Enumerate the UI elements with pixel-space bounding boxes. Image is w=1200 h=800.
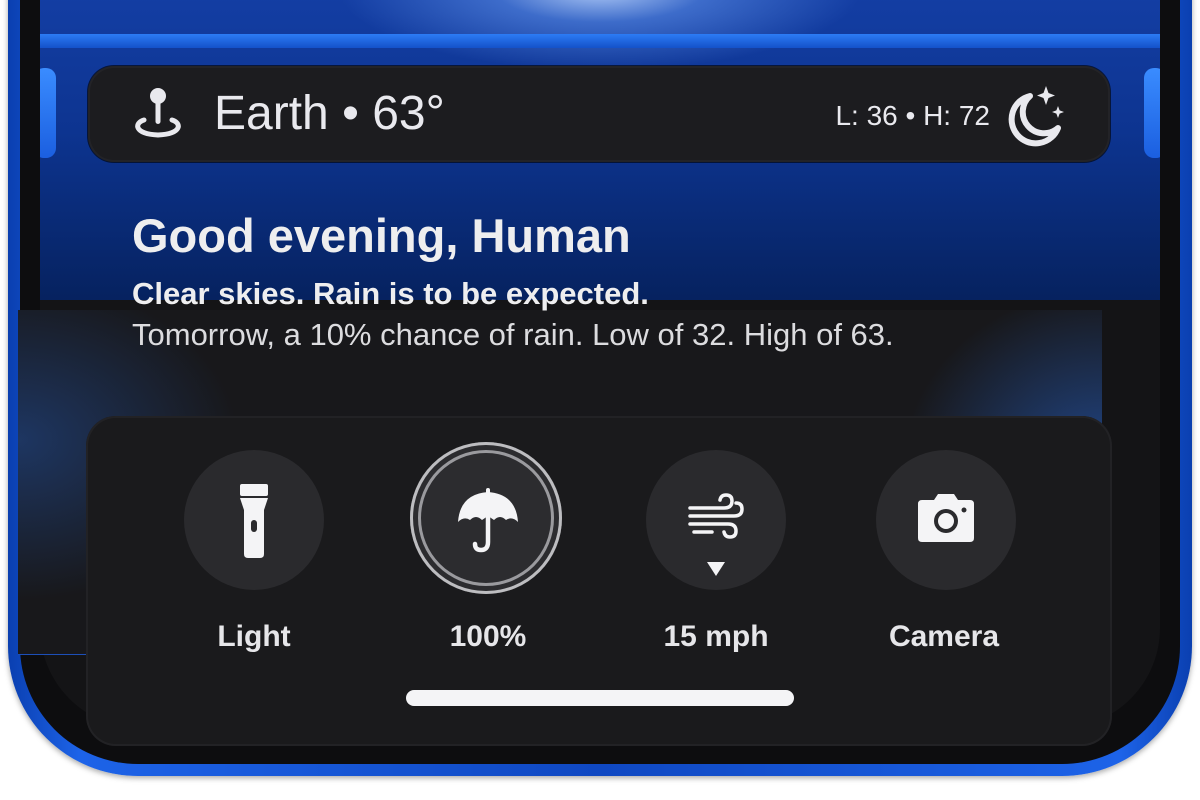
wind-icon bbox=[688, 493, 744, 576]
flashlight-icon bbox=[240, 484, 268, 558]
wind-speed-label: 15 mph bbox=[663, 620, 769, 653]
flashlight-label: Light bbox=[217, 620, 291, 653]
wind-button[interactable] bbox=[646, 450, 786, 590]
camera-label: Camera bbox=[888, 620, 1000, 653]
camera-button[interactable] bbox=[876, 450, 1016, 590]
wallpaper-edge bbox=[40, 34, 1160, 48]
rain-chance-label: 100% bbox=[449, 620, 527, 653]
camera-icon bbox=[918, 494, 974, 542]
phone-mockup: Earth • 63° L: 36 • H: 72 Good evening, … bbox=[0, 0, 1200, 800]
home-indicator[interactable] bbox=[406, 690, 794, 706]
rain-chance-button[interactable] bbox=[410, 442, 562, 594]
forecast-detail: Tomorrow, a 10% chance of rain. Low of 3… bbox=[132, 317, 894, 352]
umbrella-icon bbox=[458, 488, 518, 553]
location-temperature: Earth • 63° bbox=[214, 87, 445, 140]
moon-stars-icon bbox=[1008, 86, 1064, 147]
low-high-temperature: L: 36 • H: 72 bbox=[835, 100, 990, 131]
side-page-tab-right[interactable] bbox=[1144, 68, 1160, 158]
greeting-title: Good evening, Human bbox=[132, 209, 631, 262]
map-pin-icon bbox=[135, 88, 181, 138]
side-page-tab-left[interactable] bbox=[40, 68, 56, 158]
forecast-summary: Clear skies. Rain is to be expected. bbox=[132, 276, 649, 311]
flashlight-button[interactable] bbox=[184, 450, 324, 590]
